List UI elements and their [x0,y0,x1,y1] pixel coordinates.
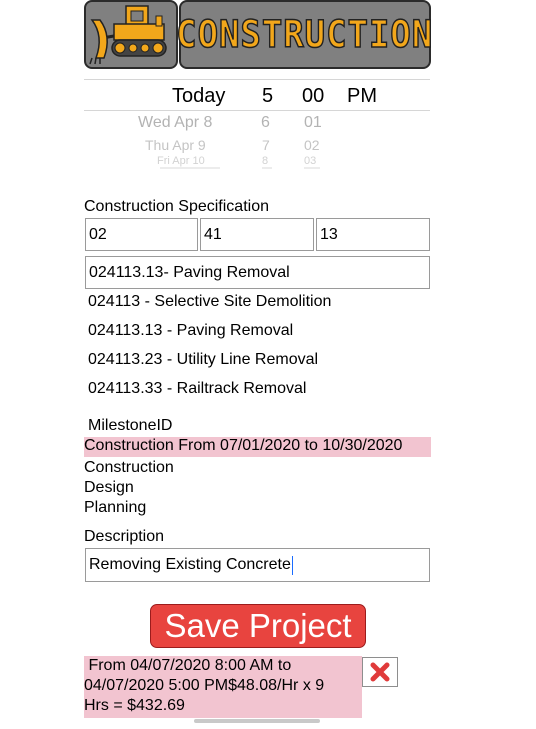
home-indicator [194,719,320,723]
summary-line: 04/07/2020 5:00 PM$48.08/Hr x 9 [84,677,325,694]
milestone-selected-text: Construction From 07/01/2020 to 10/30/20… [84,437,403,454]
logo-box [84,0,178,69]
spec-option[interactable]: 024113.13 - Paving Removal [88,322,293,340]
bulldozer-icon [89,5,167,65]
picker-divider-bottom [84,110,430,111]
save-project-label: Save Project [164,607,352,644]
save-project-button[interactable]: Save Project [150,604,366,648]
spec-selected-value: 024113.13- Paving Removal [89,263,290,281]
division-field[interactable]: 02 [85,218,198,251]
description-value: Removing Existing Concrete [89,556,291,573]
picker-ampm-selected[interactable]: PM [347,85,377,108]
time-entry-summary: From 04/07/2020 8:00 AM to 04/07/2020 5:… [84,656,362,718]
division-field-value: 02 [89,225,107,243]
close-icon [370,662,390,682]
picker-fade-row [160,167,220,169]
picker-hour-selected[interactable]: 5 [262,85,273,108]
picker-day-option[interactable]: Thu Apr 9 [145,137,206,153]
summary-line: Hrs = $432.69 [84,697,185,714]
picker-fade-row [304,167,320,169]
spec-label: Construction Specification [84,198,269,215]
picker-day-option[interactable]: Wed Apr 8 [138,114,212,132]
picker-day-option[interactable]: Fri Apr 10 [157,155,205,167]
spec-option[interactable]: 024113 - Selective Site Demolition [88,293,331,311]
picker-hour-option[interactable]: 7 [262,137,270,153]
picker-minute-option[interactable]: 01 [304,114,322,132]
milestone-label: MilestoneID [88,417,173,434]
description-label: Description [84,528,165,545]
milestone-option[interactable]: Construction [84,459,174,477]
subsection-field-value: 13 [320,225,338,243]
milestone-selected[interactable]: Construction From 07/01/2020 to 10/30/20… [84,437,431,457]
milestone-option[interactable]: Planning [84,499,146,517]
delete-entry-button[interactable] [362,657,398,687]
text-cursor [291,555,293,575]
picker-divider-top [84,79,430,80]
description-field[interactable]: Removing Existing Concrete [85,548,430,582]
section-field-value: 41 [204,225,222,243]
picker-minute-option[interactable]: 03 [304,155,316,167]
summary-line: From 04/07/2020 8:00 AM to [84,657,292,674]
picker-fade-row [262,167,272,169]
picker-minute-selected[interactable]: 00 [302,85,324,108]
picker-hour-option[interactable]: 8 [262,155,268,167]
milestone-option[interactable]: Design [84,479,134,497]
subsection-field[interactable]: 13 [316,218,430,251]
spec-option[interactable]: 024113.33 - Railtrack Removal [88,380,306,398]
app-title: CONSTRUCTION [176,12,434,57]
section-field[interactable]: 41 [200,218,314,251]
title-box: CONSTRUCTION [176,0,434,69]
picker-hour-option[interactable]: 6 [261,114,270,132]
picker-minute-option[interactable]: 02 [304,137,320,153]
spec-selected-field[interactable]: 024113.13- Paving Removal [85,256,430,289]
spec-option[interactable]: 024113.23 - Utility Line Removal [88,351,318,369]
picker-day-selected[interactable]: Today [172,85,225,108]
